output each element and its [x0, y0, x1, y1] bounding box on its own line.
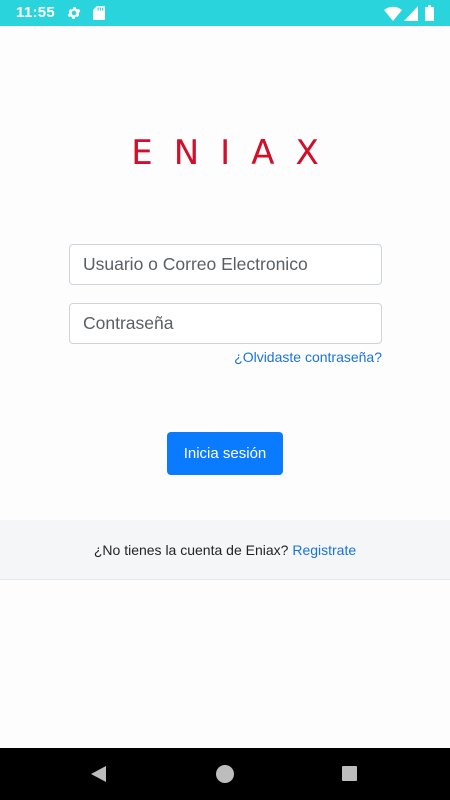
- recents-icon[interactable]: [342, 766, 357, 781]
- eniax-logo: ENIAX: [131, 133, 340, 173]
- wifi-icon: [384, 6, 402, 21]
- password-input[interactable]: [69, 303, 382, 344]
- home-icon[interactable]: [216, 765, 234, 783]
- back-icon[interactable]: [90, 765, 108, 783]
- username-input[interactable]: [69, 244, 382, 285]
- forgot-password-link[interactable]: ¿Olvidaste contraseña?: [234, 349, 382, 365]
- status-bar: 11:55: [0, 0, 450, 26]
- register-link[interactable]: Registrate: [292, 542, 356, 558]
- navigation-bar: [0, 748, 450, 800]
- battery-icon: [425, 5, 434, 21]
- status-time: 11:55: [16, 4, 56, 21]
- login-button[interactable]: Inicia sesión: [167, 432, 283, 475]
- gear-icon: [67, 7, 81, 19]
- register-section: ¿No tienes la cuenta de Eniax? Registrat…: [0, 520, 450, 580]
- sd-card-icon: [93, 6, 105, 20]
- signal-icon: [404, 6, 418, 21]
- register-prompt: ¿No tienes la cuenta de Eniax?: [93, 542, 289, 558]
